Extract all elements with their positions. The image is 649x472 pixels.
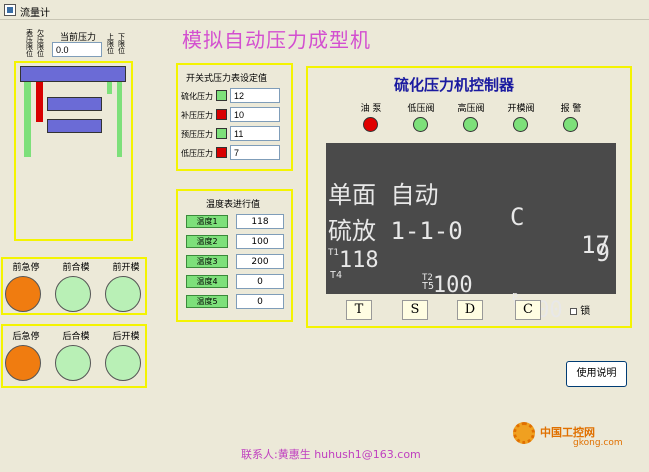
front-button-0[interactable] (5, 276, 41, 312)
control-button-label: 前急停 (12, 263, 40, 273)
temp-values-title: 温度表进行值 (206, 200, 261, 210)
title-bar: 流量计 (0, 0, 649, 20)
switch-indicator-icon (216, 147, 227, 158)
app-title: 模拟自动压力成型机 (182, 28, 371, 52)
press-mid-plate (47, 97, 102, 111)
temp-label: 温度1 (186, 215, 228, 228)
current-pressure-field[interactable] (52, 42, 102, 57)
display-t4-label: T4 (330, 270, 343, 281)
lock-checkbox[interactable]: 锁 (570, 302, 590, 317)
switch-setting-label: 硫化压力 (181, 92, 213, 101)
switch-setting-label: 预压压力 (181, 130, 213, 139)
temp-label: 温度3 (186, 255, 228, 268)
temp-label: 温度5 (186, 295, 228, 308)
temp-label: 温度4 (186, 275, 228, 288)
rear-button-0[interactable] (5, 345, 41, 381)
window-title: 流量计 (20, 8, 50, 19)
controller-key-s[interactable]: S (402, 300, 428, 320)
switch-indicator-icon (216, 128, 227, 139)
indicator-lamp-icon (563, 117, 578, 132)
lamp-label: 油 泵 (360, 104, 382, 114)
pressure-bar-green-right-1 (107, 82, 112, 94)
control-button-label: 前合模 (62, 263, 90, 273)
press-lower-plate (47, 119, 102, 133)
control-button-label: 后开模 (112, 332, 140, 342)
lamp-label: 报 警 (560, 104, 582, 114)
lamp-label: 高压阀 (457, 104, 485, 114)
controller-title: 硫化压力机控制器 (394, 76, 515, 94)
gauge-right-label-1: 上限位 (107, 33, 114, 55)
controller-key-c[interactable]: C (515, 300, 541, 320)
watermark-url: gkong.com (573, 438, 623, 448)
switch-setting-field[interactable] (230, 126, 280, 141)
rear-button-1[interactable] (55, 345, 91, 381)
pressure-bar-green-right-2 (117, 82, 122, 157)
gauge-left-label-1: 表压限位 (26, 29, 33, 58)
switch-settings-title: 开关式压力表设定值 (186, 74, 268, 84)
front-button-1[interactable] (55, 276, 91, 312)
switch-setting-field[interactable] (230, 145, 280, 160)
front-button-2[interactable] (105, 276, 141, 312)
display-t1-label: T1 (328, 248, 339, 258)
temp-value-field: 0 (236, 294, 284, 309)
app-icon (4, 4, 16, 16)
indicator-lamp-icon (463, 117, 478, 132)
temp-label: 温度2 (186, 235, 228, 248)
temp-value-field: 100 (236, 234, 284, 249)
indicator-lamp-icon (413, 117, 428, 132)
lock-checkbox-box[interactable] (570, 307, 577, 315)
rear-button-2[interactable] (105, 345, 141, 381)
controller-key-t[interactable]: T (346, 300, 372, 320)
watermark-gear-icon (513, 422, 535, 444)
indicator-lamp-icon (363, 117, 378, 132)
display-t5-label: T5 (422, 281, 435, 292)
switch-indicator-icon (216, 90, 227, 101)
temp-value-field: 0 (236, 274, 284, 289)
control-button-label: 前开模 (112, 263, 140, 273)
lamp-label: 开模阀 (507, 104, 535, 114)
switch-setting-label: 补压压力 (181, 111, 213, 120)
pressure-bar-red (36, 82, 43, 122)
temp-value-field: 200 (236, 254, 284, 269)
control-button-label: 后急停 (12, 332, 40, 342)
switch-setting-field[interactable] (230, 88, 280, 103)
switch-setting-label: 低压压力 (181, 149, 213, 158)
switch-setting-field[interactable] (230, 107, 280, 122)
contact-footer: 联系人:黄惠生 huhush1@163.com (241, 448, 421, 461)
gauge-left-label-2: 欠压限位 (37, 29, 44, 58)
lock-label: 锁 (580, 306, 591, 317)
indicator-lamp-icon (513, 117, 528, 132)
press-top-plate (20, 66, 126, 82)
controller-key-d[interactable]: D (457, 300, 483, 320)
pressure-bar-green-left (24, 82, 31, 157)
control-button-label: 后合模 (62, 332, 90, 342)
press-diagram-frame (14, 61, 133, 241)
help-button[interactable]: 使用说明 (566, 361, 627, 387)
switch-indicator-icon (216, 109, 227, 120)
temp-value-field: 118 (236, 214, 284, 229)
lamp-label: 低压阀 (407, 104, 435, 114)
gauge-right-label-2: 下限位 (118, 33, 125, 55)
led-display: 单面 自动 C 17 硫放 1-1-0 9 T1118 T2100 T3200 … (326, 143, 616, 323)
